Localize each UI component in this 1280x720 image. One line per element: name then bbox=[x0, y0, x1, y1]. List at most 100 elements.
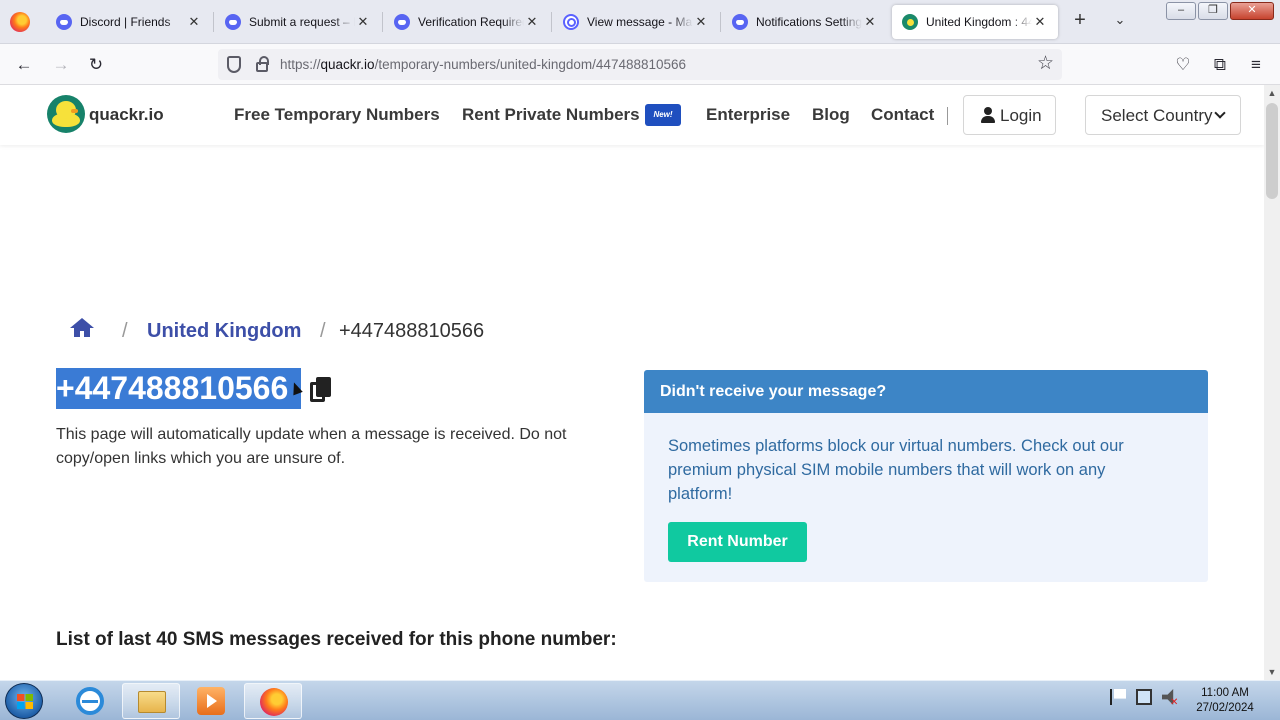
card-title: Didn't receive your message? bbox=[644, 370, 1208, 413]
nav-rent-private-numbers[interactable]: Rent Private Numbers bbox=[462, 105, 640, 125]
tab-separator bbox=[382, 12, 383, 32]
tab-notifications-settings[interactable]: Notifications Settings ✕ bbox=[722, 5, 888, 39]
window-controls: – ❐ ✕ bbox=[1166, 2, 1274, 20]
login-button[interactable]: Login bbox=[963, 95, 1056, 135]
web-page: quackr.io Free Temporary Numbers Rent Pr… bbox=[0, 85, 1264, 680]
tab-submit-request[interactable]: Submit a request – Discord ✕ bbox=[215, 5, 381, 39]
close-tab-icon[interactable]: ✕ bbox=[693, 14, 709, 30]
tab-title: Notifications Settings bbox=[756, 15, 862, 29]
list-all-tabs-icon[interactable]: ⌄ bbox=[1110, 12, 1130, 32]
clock-time: 11:00 AM bbox=[1201, 687, 1249, 699]
card-body-text: Sometimes platforms block our virtual nu… bbox=[668, 437, 1124, 503]
tab-united-kingdom-active[interactable]: United Kingdom : 447488810566 ✕ bbox=[892, 5, 1058, 39]
system-tray bbox=[1110, 689, 1178, 705]
url-domain: quackr.io bbox=[320, 57, 375, 72]
home-icon[interactable] bbox=[70, 318, 94, 338]
url-path: /temporary-numbers/united-kingdom/447488… bbox=[374, 57, 687, 72]
breadcrumb-united-kingdom[interactable]: United Kingdom bbox=[147, 320, 301, 343]
tab-title: United Kingdom : 447488810566 bbox=[926, 15, 1032, 29]
media-player-icon bbox=[197, 687, 225, 715]
mail-icon bbox=[563, 14, 579, 30]
nav-divider bbox=[947, 107, 948, 125]
windows-taskbar: 11:00 AM 27/02/2024 bbox=[0, 680, 1280, 720]
tracking-protection-icon[interactable] bbox=[227, 56, 241, 73]
windows-logo-icon bbox=[17, 694, 33, 709]
bookmark-star-icon[interactable]: ☆ bbox=[1037, 54, 1054, 74]
restore-icon[interactable]: ❐ bbox=[1198, 2, 1228, 20]
tab-title: Verification Required bbox=[418, 15, 524, 29]
forward-icon[interactable]: → bbox=[50, 54, 72, 76]
lock-icon[interactable] bbox=[256, 56, 269, 72]
sms-list-heading: List of last 40 SMS messages received fo… bbox=[56, 629, 617, 650]
tab-verification-required[interactable]: Verification Required ✕ bbox=[384, 5, 550, 39]
new-badge: New! bbox=[645, 104, 681, 126]
browser-tab-strip: Discord | Friends ✕ Submit a request – D… bbox=[0, 0, 1280, 44]
phone-number-heading[interactable]: +447488810566 bbox=[56, 368, 301, 409]
nav-enterprise[interactable]: Enterprise bbox=[706, 105, 790, 125]
internet-explorer-icon bbox=[76, 687, 104, 715]
pocket-icon[interactable]: ♡ bbox=[1172, 54, 1194, 76]
start-button[interactable] bbox=[5, 683, 43, 719]
hamburger-menu-icon[interactable]: ≡ bbox=[1245, 54, 1267, 76]
select-country-label: Select Country bbox=[1101, 106, 1213, 125]
taskbar-file-explorer[interactable] bbox=[122, 683, 180, 719]
copy-icon[interactable] bbox=[310, 377, 332, 403]
discord-icon bbox=[732, 14, 748, 30]
close-tab-icon[interactable]: ✕ bbox=[524, 14, 540, 30]
system-clock[interactable]: 11:00 AM 27/02/2024 bbox=[1190, 686, 1260, 716]
close-tab-icon[interactable]: ✕ bbox=[1032, 14, 1048, 30]
breadcrumb-current-number: +447488810566 bbox=[339, 320, 485, 342]
tab-separator bbox=[213, 12, 214, 32]
url-text[interactable]: https://quackr.io/temporary-numbers/unit… bbox=[280, 57, 686, 72]
firefox-menu-icon[interactable] bbox=[10, 12, 30, 32]
scroll-down-icon[interactable]: ▼ bbox=[1267, 667, 1277, 677]
nav-blog[interactable]: Blog bbox=[812, 105, 850, 125]
tab-title: Discord | Friends bbox=[80, 15, 171, 29]
nav-free-temporary-numbers[interactable]: Free Temporary Numbers bbox=[234, 105, 440, 125]
scroll-up-icon[interactable]: ▲ bbox=[1267, 88, 1277, 98]
new-tab-icon[interactable]: + bbox=[1069, 10, 1091, 32]
chevron-down-icon bbox=[1214, 107, 1226, 119]
back-icon[interactable]: ← bbox=[13, 54, 35, 76]
taskbar-media-player[interactable] bbox=[182, 683, 240, 719]
tab-view-message-mail[interactable]: View message - Mail ✕ bbox=[553, 5, 719, 39]
close-tab-icon[interactable]: ✕ bbox=[355, 14, 371, 30]
select-country-dropdown[interactable]: Select Country bbox=[1085, 95, 1241, 135]
auto-update-notice: This page will automatically update when… bbox=[56, 426, 567, 467]
url-prefix: https:// bbox=[280, 57, 321, 72]
address-bar[interactable]: https://quackr.io/temporary-numbers/unit… bbox=[218, 49, 1062, 80]
tab-title: Submit a request – Discord bbox=[249, 15, 355, 29]
close-window-icon[interactable]: ✕ bbox=[1230, 2, 1274, 20]
nav-contact[interactable]: Contact bbox=[871, 105, 934, 125]
tab-separator bbox=[551, 12, 552, 32]
rent-number-button[interactable]: Rent Number bbox=[668, 522, 807, 562]
close-tab-icon[interactable]: ✕ bbox=[862, 14, 878, 30]
extensions-icon[interactable]: ⧉ bbox=[1209, 54, 1231, 76]
scrollbar-thumb[interactable] bbox=[1266, 103, 1278, 199]
mute-x-icon: ✕ bbox=[1170, 697, 1179, 708]
taskbar-internet-explorer[interactable] bbox=[61, 683, 119, 719]
site-header: quackr.io Free Temporary Numbers Rent Pr… bbox=[0, 85, 1264, 145]
page-scrollbar[interactable]: ▲ ▼ bbox=[1264, 85, 1280, 680]
logo-text[interactable]: quackr.io bbox=[89, 105, 164, 125]
breadcrumb-separator: / bbox=[122, 320, 128, 342]
reload-icon[interactable]: ↻ bbox=[85, 54, 107, 76]
folder-icon bbox=[138, 691, 166, 713]
user-icon bbox=[981, 107, 995, 123]
didnt-receive-card: Didn't receive your message? Sometimes p… bbox=[644, 370, 1208, 582]
discord-icon bbox=[225, 14, 241, 30]
tab-discord-friends[interactable]: Discord | Friends ✕ bbox=[46, 5, 212, 39]
browser-toolbar: ← → ↻ https://quackr.io/temporary-number… bbox=[0, 44, 1280, 85]
minimize-icon[interactable]: – bbox=[1166, 2, 1196, 20]
taskbar-firefox[interactable] bbox=[244, 683, 302, 719]
network-icon[interactable] bbox=[1136, 689, 1152, 705]
quackr-icon bbox=[902, 14, 918, 30]
close-tab-icon[interactable]: ✕ bbox=[186, 14, 202, 30]
tab-title: View message - Mail bbox=[587, 15, 693, 29]
tab-separator bbox=[720, 12, 721, 32]
login-label: Login bbox=[1000, 106, 1042, 125]
action-center-flag-icon[interactable] bbox=[1110, 689, 1126, 705]
quackr-logo-icon[interactable] bbox=[47, 95, 85, 133]
discord-icon bbox=[394, 14, 410, 30]
discord-icon bbox=[56, 14, 72, 30]
